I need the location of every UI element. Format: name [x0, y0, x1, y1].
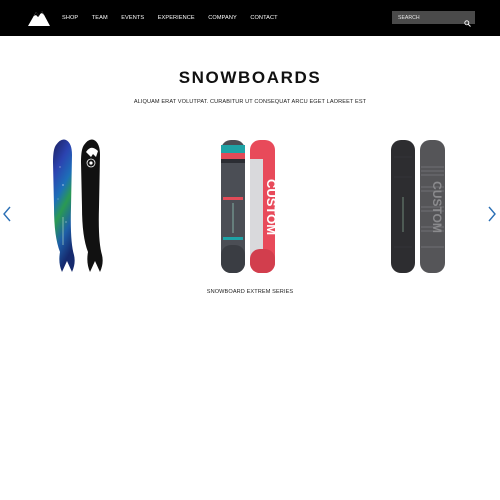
search-icon[interactable] [464, 14, 471, 27]
product-card-dark[interactable]: CUSTOM [389, 137, 449, 275]
search-input[interactable] [392, 11, 462, 24]
svg-text:CUSTOM: CUSTOM [264, 179, 279, 235]
chevron-left-icon[interactable] [1, 204, 13, 224]
chevron-right-icon[interactable] [486, 204, 498, 224]
mountain-logo-icon[interactable] [27, 7, 51, 27]
page-subtitle: ALIQUAM ERAT VOLUTPAT. CURABITUR UT CONS… [133, 99, 367, 105]
product-card-galaxy[interactable] [48, 137, 108, 275]
nav-shop[interactable]: SHOP [62, 15, 78, 21]
nav-team[interactable]: TEAM [92, 15, 108, 21]
page-title: SNOWBOARDS [178, 68, 322, 87]
svg-text:CUSTOM: CUSTOM [430, 181, 444, 233]
nav-company[interactable]: COMPANY [208, 15, 237, 21]
product-caption: SNOWBOARD EXTREM SERIES [206, 289, 294, 295]
main-nav: SHOP TEAM EVENTS EXPERIENCE COMPANY CONT… [62, 0, 291, 36]
site-header: SHOP TEAM EVENTS EXPERIENCE COMPANY CONT… [0, 0, 500, 36]
nav-events[interactable]: EVENTS [121, 15, 144, 21]
nav-contact[interactable]: CONTACT [250, 15, 277, 21]
nav-experience[interactable]: EXPERIENCE [158, 15, 195, 21]
product-card-custom[interactable]: CUSTOM [219, 137, 279, 275]
search-box [392, 11, 475, 27]
